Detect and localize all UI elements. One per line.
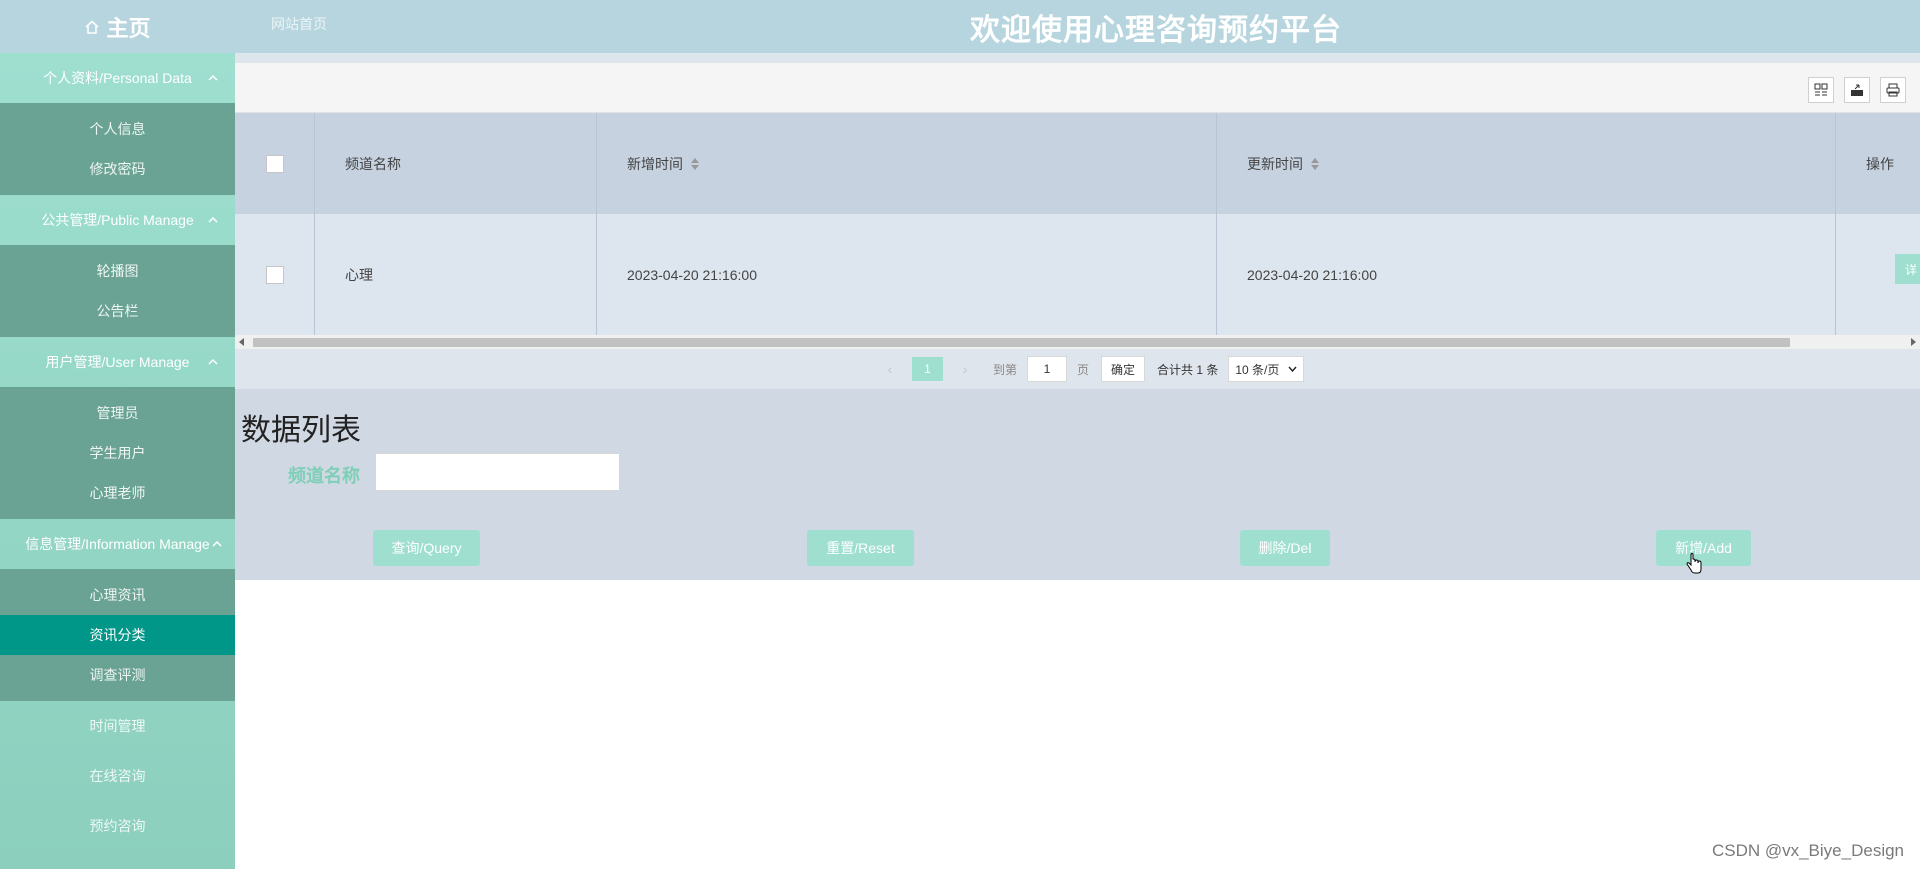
sidebar-group-label: 公共管理/Public Manage: [41, 212, 194, 228]
sidebar-item-notice-board[interactable]: 公告栏: [0, 291, 235, 331]
cell-name: 心理: [315, 214, 597, 335]
select-all-checkbox[interactable]: [265, 154, 284, 173]
table-toolbar: [235, 63, 1920, 113]
sidebar-item-student-user[interactable]: 学生用户: [0, 433, 235, 473]
scroll-left-arrow-icon[interactable]: [239, 338, 244, 346]
prev-page-icon[interactable]: ‹: [880, 361, 900, 377]
sidebar-group-body: 管理员 学生用户 心理老师: [0, 387, 235, 519]
sidebar-item-carousel[interactable]: 轮播图: [0, 251, 235, 291]
sidebar-group-personal-data[interactable]: 个人资料/Personal Data: [0, 53, 235, 103]
goto-page-input[interactable]: 1: [1027, 356, 1068, 382]
home-label: 主页: [106, 15, 151, 41]
reset-button[interactable]: 重置/Reset: [807, 530, 914, 566]
chevron-up-icon: [212, 540, 222, 547]
sidebar-item-appointment[interactable]: 预约咨询: [0, 801, 235, 851]
sidebar-group-body: 心理资讯 资讯分类 调查评测: [0, 569, 235, 701]
sidebar-item-change-password[interactable]: 修改密码: [0, 149, 235, 189]
query-button[interactable]: 查询/Query: [373, 530, 480, 566]
column-header-label: 更新时间: [1247, 155, 1303, 172]
scrollbar-thumb[interactable]: [253, 338, 1790, 347]
watermark: CSDN @vx_Biye_Design: [1711, 841, 1904, 860]
cell-created: 2023-04-20 21:16:00: [597, 214, 1217, 335]
table-header: 频道名称 新增时间 更新时间 操作: [235, 113, 1920, 214]
sidebar-group-user-manage[interactable]: 用户管理/User Manage: [0, 337, 235, 387]
table-row: 心理 2023-04-20 21:16:00 2023-04-20 21:16:…: [235, 214, 1920, 335]
sidebar-group-public-manage[interactable]: 公共管理/Public Manage: [0, 195, 235, 245]
export-icon: [1851, 84, 1863, 96]
sidebar-item-admin[interactable]: 管理员: [0, 393, 235, 433]
total-count: 合计共 1 条: [1157, 362, 1219, 377]
columns-icon: [1814, 83, 1828, 96]
sidebar-group-label: 信息管理/Information Manage: [25, 536, 210, 552]
sidebar-group-body: 个人信息 修改密码: [0, 103, 235, 195]
column-header-label: 操作: [1866, 155, 1894, 172]
column-header-updated[interactable]: 更新时间: [1217, 113, 1836, 214]
chevron-up-icon: [208, 74, 218, 81]
sidebar-group-label: 用户管理/User Manage: [45, 354, 190, 370]
sidebar: 个人资料/Personal Data 个人信息 修改密码 公共管理/Public…: [0, 53, 235, 869]
goto-confirm-button[interactable]: 确定: [1101, 356, 1146, 382]
page-number-current[interactable]: 1: [912, 357, 943, 381]
sidebar-group-information-manage[interactable]: 信息管理/Information Manage: [0, 519, 235, 569]
detail-button[interactable]: 详: [1895, 254, 1920, 284]
page-title: 欢迎使用心理咨询预约平台: [970, 14, 1342, 47]
cell-updated: 2023-04-20 21:16:00: [1217, 214, 1836, 335]
site-home-link[interactable]: 网站首页: [271, 14, 327, 34]
channel-name-label: 频道名称: [288, 466, 360, 486]
column-header-created[interactable]: 新增时间: [597, 113, 1217, 214]
main-content: 频道名称 新增时间 更新时间 操作 心理 2023-04-20 21:16:00…: [235, 53, 1920, 869]
column-header-label: 频道名称: [345, 155, 401, 172]
scroll-right-arrow-icon[interactable]: [1911, 338, 1916, 346]
row-checkbox-cell: [235, 214, 315, 335]
sidebar-item-survey[interactable]: 调查评测: [0, 655, 235, 695]
pagination: ‹ 1 › 到第 1 页 确定 合计共 1 条 10 条/页: [880, 356, 1305, 382]
search-panel: 数据列表 频道名称 查询/Query 重置/Reset 删除/Del 新增/Ad…: [235, 389, 1920, 580]
print-button[interactable]: [1880, 77, 1906, 103]
column-header-label: 新增时间: [627, 155, 683, 172]
sidebar-item-consult-records[interactable]: 咨询记录: [0, 851, 235, 869]
sidebar-group-body: 轮播图 公告栏: [0, 245, 235, 337]
chevron-up-icon: [208, 358, 218, 365]
home-link[interactable]: 主页: [0, 0, 235, 53]
chevron-down-icon: [1288, 366, 1297, 372]
top-header: 主页 网站首页 欢迎使用心理咨询预约平台: [0, 0, 1920, 53]
list-title: 数据列表: [241, 414, 361, 447]
top-strip: [235, 53, 1920, 63]
chevron-up-icon: [208, 216, 218, 223]
page-unit-label: 页: [1077, 362, 1090, 377]
horizontal-scrollbar[interactable]: [235, 335, 1920, 349]
channel-name-input[interactable]: [375, 453, 620, 491]
print-icon: [1886, 83, 1900, 97]
columns-button[interactable]: [1808, 77, 1834, 103]
sidebar-item-counselor[interactable]: 心理老师: [0, 473, 235, 513]
column-header-actions: 操作: [1836, 113, 1920, 214]
sidebar-item-time-manage[interactable]: 时间管理: [0, 701, 235, 751]
pagination-bar: ‹ 1 › 到第 1 页 确定 合计共 1 条 10 条/页: [235, 349, 1920, 389]
sort-icon[interactable]: [691, 157, 699, 171]
home-icon: [85, 19, 100, 34]
page-size-select[interactable]: 10 条/页: [1228, 356, 1305, 382]
delete-button[interactable]: 删除/Del: [1240, 530, 1330, 566]
sidebar-item-personal-info[interactable]: 个人信息: [0, 109, 235, 149]
row-checkbox[interactable]: [265, 265, 284, 284]
sidebar-item-online-consult[interactable]: 在线咨询: [0, 751, 235, 801]
export-button[interactable]: [1844, 77, 1870, 103]
sidebar-item-news-category[interactable]: 资讯分类: [0, 615, 235, 655]
goto-label: 到第: [993, 362, 1018, 377]
column-header-name: 频道名称: [315, 113, 597, 214]
header-checkbox-cell: [235, 113, 315, 214]
sort-icon[interactable]: [1311, 157, 1319, 171]
data-table: 频道名称 新增时间 更新时间 操作 心理 2023-04-20 21:16:00…: [235, 113, 1920, 335]
next-page-icon[interactable]: ›: [955, 361, 975, 377]
add-button[interactable]: 新增/Add: [1656, 530, 1751, 566]
hand-cursor-icon: [1686, 553, 1702, 574]
sidebar-item-psych-news[interactable]: 心理资讯: [0, 575, 235, 615]
page-size-value: 10 条/页: [1235, 362, 1280, 377]
sidebar-group-label: 个人资料/Personal Data: [43, 70, 192, 86]
